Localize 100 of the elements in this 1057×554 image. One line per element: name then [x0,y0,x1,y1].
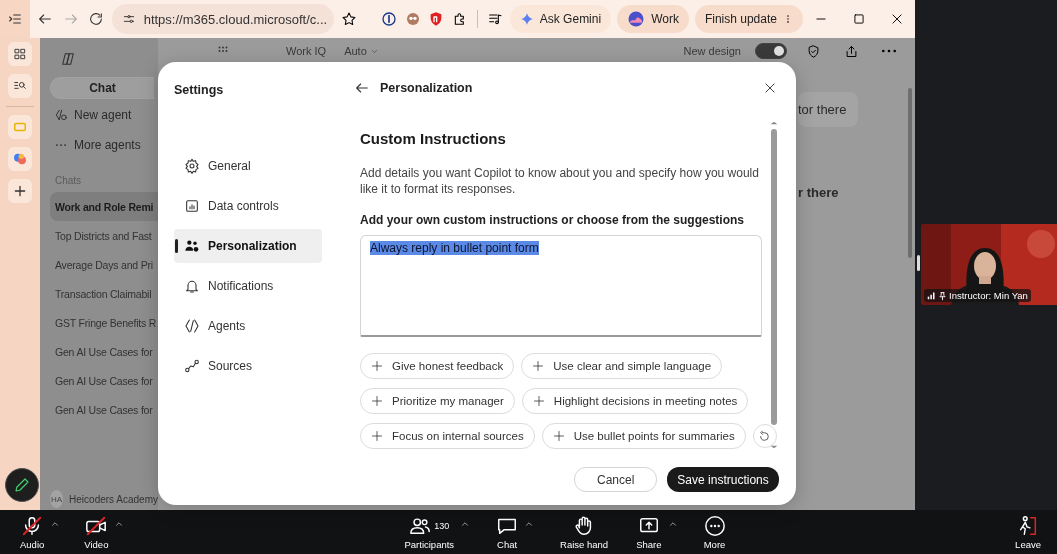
toggle-label: New design [683,45,741,57]
more-icon [703,514,726,537]
toggle-switch[interactable] [755,43,787,59]
agent-plus-icon [54,108,68,122]
add-button[interactable] [8,179,32,203]
video-button[interactable]: Video [78,514,115,550]
avatar: HA [50,490,64,508]
owl-icon [404,11,421,27]
field-label: Add your own custom instructions or choose from the suggestions [360,213,746,227]
leave-button[interactable]: Leave [1009,514,1047,550]
settings-nav-item[interactable]: Sources [174,349,322,383]
settings-nav-item[interactable]: Agents [174,309,322,343]
scroll-up-icon [769,120,778,126]
plus-icon [371,360,383,372]
playlist-icon [486,11,503,27]
settings-nav-item[interactable]: General [174,149,322,183]
plus-icon [371,395,383,407]
shield-check-icon [805,43,821,59]
star-icon [340,11,357,27]
reload-icon [88,11,104,27]
more-agents-button[interactable]: More agents [50,131,158,159]
gear-icon [184,158,200,174]
search-button[interactable] [8,74,32,98]
chat-item[interactable]: Average Days and Pri [50,250,158,279]
chat-tab[interactable]: Chat [50,77,154,99]
chat-message: tor there [798,92,859,127]
model-selector[interactable]: Work IQ [286,45,327,57]
chat-item[interactable]: Top Districts and Fast [50,221,158,250]
sidebar-toggle-icon [6,11,23,27]
dialog-title: Settings [174,83,225,97]
new-agent-button[interactable]: New agent [50,101,158,129]
plus-icon [371,430,383,442]
refresh-button[interactable] [752,424,777,448]
camera-icon [85,514,108,537]
refresh-icon [758,429,772,443]
close-icon [762,81,777,95]
back-arrow-icon [37,11,54,27]
hand-button[interactable]: Raise hand [554,514,615,550]
copilot-button[interactable] [8,147,32,171]
participants-button[interactable]: 130 Participants [398,514,461,550]
chat-item[interactable]: Work and Role Remi [50,192,158,221]
plus-icon [532,360,545,372]
chat-item[interactable]: Gen AI Use Cases for [50,395,158,424]
sparkle-icon [519,12,534,26]
signal-icon [927,291,936,300]
update-chip[interactable]: Finish update [694,5,803,33]
plus-icon [532,395,545,407]
avatar-icon [627,10,646,28]
people-icon [184,238,200,254]
suggestion-chip[interactable]: Use bullet points for summaries [541,423,746,449]
scrollbar-thumb[interactable] [770,129,777,425]
suggestion-chip[interactable]: Highlight decisions in meeting notes [521,388,749,414]
more-button[interactable]: More [697,514,732,550]
scroll-down-icon [769,444,778,450]
model-selector[interactable]: Auto [344,45,379,57]
share-icon [843,43,859,59]
colorful-logo-icon [12,151,28,167]
agents-icon [184,318,200,334]
chat-item[interactable]: Gen AI Use Cases for [50,366,158,395]
close-icon [890,12,904,26]
chat-item[interactable]: Gen AI Use Cases for [50,337,158,366]
window-icon [13,120,27,134]
suggestion-chip[interactable]: Prioritize my manager [360,388,515,414]
connection-icon [184,358,200,374]
audio-button[interactable]: Audio [14,514,51,550]
suggestion-chip[interactable]: Give honest feedback [360,353,515,379]
chat-button[interactable]: Chat [490,514,525,550]
instructions-field[interactable]: Always reply in bullet point form [360,235,762,337]
description-text: Add details you want Copilot to know about you and specify how you would like it to format its responses. [360,165,760,197]
profile-chip[interactable]: Work [617,5,689,33]
url-text: https://m365.cloud.microsoft/c... [143,11,328,27]
chat-message: r there [798,184,840,202]
plus-icon [552,430,565,442]
bell-icon [184,278,200,294]
suggestion-chip[interactable]: Use clear and simple language [521,353,723,379]
forward-arrow-icon [62,11,79,27]
address-bar[interactable]: https://m365.cloud.microsoft/c... [111,4,334,34]
chat-item[interactable]: Transaction Claimabil [50,279,158,308]
page-title: Personalization [380,81,473,95]
share-button[interactable]: Share [630,514,668,550]
settings-nav-item[interactable]: Notifications [174,269,322,303]
plus-icon [13,184,27,198]
back-button[interactable] [354,80,370,96]
close-button[interactable] [762,81,777,95]
tune-icon [121,12,136,26]
chat-item[interactable]: GST Fringe Benefits R [50,308,158,337]
cancel-button[interactable]: Cancel [574,467,658,492]
save-button[interactable]: Save instructions [667,467,779,492]
apps-button[interactable] [8,42,32,66]
pin-icon [938,290,947,301]
participant-name: Instructor: Min Yan [949,290,1028,301]
key-circle-icon [380,11,397,27]
logo-icon [60,51,76,67]
microphone-icon [21,514,44,537]
gemini-chip[interactable]: Ask Gemini [509,5,612,33]
suggestion-chip[interactable]: Focus on internal sources [360,423,535,449]
chart-icon [184,198,200,214]
settings-nav-item[interactable]: Data controls [174,189,322,223]
settings-nav-item[interactable]: Personalization [174,229,322,263]
pencil-icon [13,476,31,494]
